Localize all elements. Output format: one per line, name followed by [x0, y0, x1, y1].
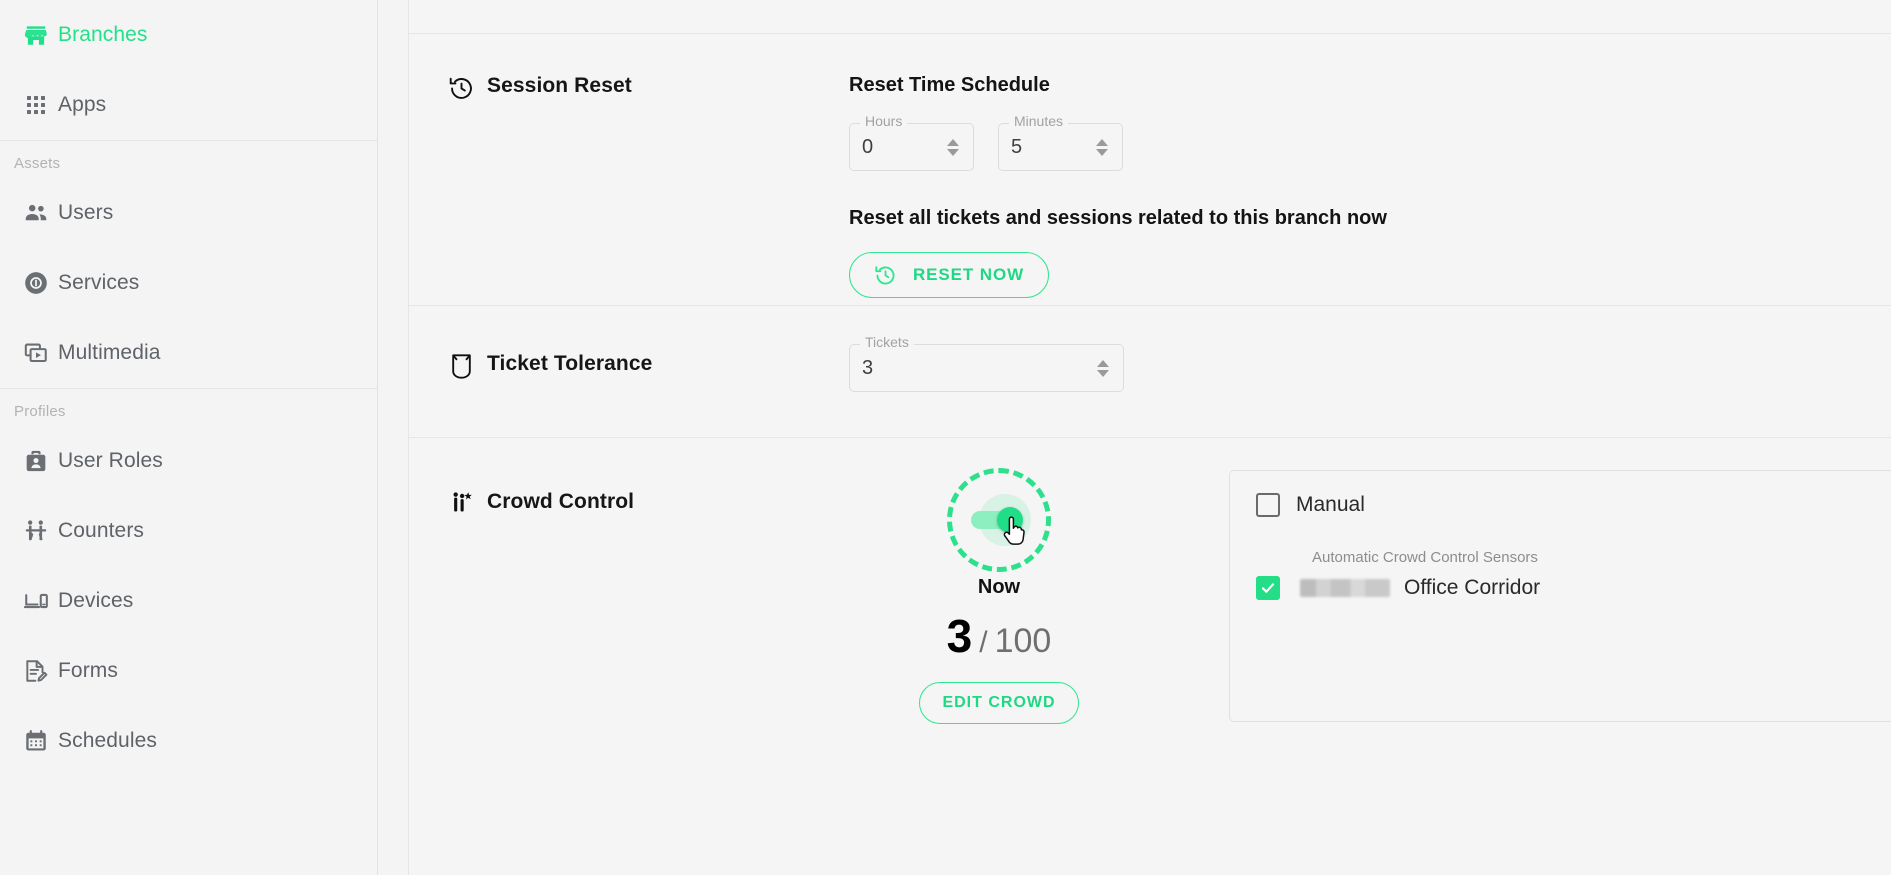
crowd-control-toggle[interactable] — [971, 494, 1031, 546]
minutes-value[interactable]: 5 — [1011, 136, 1094, 159]
clipped-previous-section — [409, 0, 1891, 34]
edit-crowd-label: EDIT CROWD — [942, 694, 1056, 711]
edit-crowd-button[interactable]: EDIT CROWD — [919, 682, 1079, 724]
sidebar-item-apps[interactable]: Apps — [0, 70, 377, 140]
now-label: Now — [977, 576, 1021, 598]
sidebar-group-label-assets: Assets — [14, 155, 61, 172]
crowd-sensors-column: Manual Automatic Crowd Control Sensors O… — [1149, 456, 1891, 875]
tickets-stepper[interactable]: Tickets 3 — [849, 334, 1124, 392]
tickets-value[interactable]: 3 — [862, 357, 1095, 380]
sensors-title: Automatic Crowd Control Sensors — [1312, 549, 1538, 566]
sidebar-item-user-roles[interactable]: User Roles — [0, 426, 377, 496]
session-reset-body: Reset Time Schedule Hours 0 Minutes 5 Re… — [849, 34, 1891, 305]
section-title: Ticket Tolerance — [487, 352, 653, 375]
store-icon — [14, 22, 58, 48]
main-content: Session Reset Reset Time Schedule Hours … — [378, 0, 1891, 875]
section-header: Crowd Control — [409, 438, 849, 875]
ticket-tolerance-body: Tickets 3 — [849, 306, 1891, 437]
users-icon — [14, 200, 58, 226]
redacted-sensor-id — [1300, 579, 1390, 597]
crowd-toggle-wrapper[interactable] — [947, 468, 1051, 572]
sidebar-item-users[interactable]: Users — [0, 178, 377, 248]
tickets-spinner[interactable] — [1095, 359, 1111, 377]
section-header: Session Reset — [409, 34, 849, 305]
devices-icon — [14, 588, 58, 614]
minutes-spinner[interactable] — [1094, 138, 1110, 156]
hours-value[interactable]: 0 — [862, 136, 945, 159]
manual-checkbox-row[interactable]: Manual — [1256, 493, 1867, 517]
crowd-count: 3 / 100 — [947, 613, 1052, 660]
sensor-name: Office Corridor — [1404, 576, 1541, 599]
counters-icon — [14, 518, 58, 544]
app-root: Branches Apps Assets Users Services Mult… — [0, 0, 1891, 875]
reset-now-description: Reset all tickets and sessions related t… — [849, 207, 1387, 229]
settings-card: Session Reset Reset Time Schedule Hours … — [408, 0, 1891, 875]
crowd-separator: / — [979, 626, 988, 659]
sidebar-item-label: Multimedia — [58, 341, 161, 364]
crowd-capacity-value: 100 — [994, 622, 1052, 660]
sidebar-item-label: Devices — [58, 589, 134, 612]
sensor-checkbox[interactable] — [1256, 576, 1280, 600]
section-ticket-tolerance: Ticket Tolerance Tickets 3 — [409, 306, 1891, 438]
manual-checkbox[interactable] — [1256, 493, 1280, 517]
sidebar-item-counters[interactable]: Counters — [0, 496, 377, 566]
sidebar-item-label: Apps — [58, 93, 107, 116]
sidebar-item-schedules[interactable]: Schedules — [0, 706, 377, 776]
reset-time-inputs: Hours 0 Minutes 5 — [849, 113, 1891, 171]
user-roles-briefcase-icon — [14, 448, 58, 474]
history-clock-icon — [874, 264, 897, 287]
sidebar-group-profiles: Profiles User Roles Counters Devices For… — [0, 388, 377, 776]
sidebar-group-assets: Assets Users Services Multimedia — [0, 140, 377, 388]
forms-icon — [14, 658, 58, 684]
sidebar-item-label: User Roles — [58, 449, 163, 472]
tickets-legend: Tickets — [860, 334, 914, 350]
sidebar-item-forms[interactable]: Forms — [0, 636, 377, 706]
list-item[interactable]: Office Corridor — [1256, 576, 1867, 600]
sidebar-item-label: Users — [58, 201, 114, 224]
section-session-reset: Session Reset Reset Time Schedule Hours … — [409, 34, 1891, 306]
section-title: Session Reset — [487, 74, 632, 97]
crowd-status-column: Now 3 / 100 EDIT CROWD — [849, 456, 1149, 875]
sidebar-item-branches[interactable]: Branches — [0, 0, 377, 70]
reset-time-schedule-heading: Reset Time Schedule — [849, 74, 1050, 96]
multimedia-icon — [14, 340, 58, 366]
sidebar-item-devices[interactable]: Devices — [0, 566, 377, 636]
manual-label: Manual — [1296, 493, 1365, 516]
reset-now-button[interactable]: RESET NOW — [849, 252, 1050, 298]
sidebar-item-label: Schedules — [58, 729, 157, 752]
sidebar-item-services[interactable]: Services — [0, 248, 377, 318]
services-badge-icon — [14, 270, 58, 296]
ticket-shield-icon — [435, 352, 487, 380]
sidebar-group-primary: Branches Apps — [0, 0, 377, 140]
minutes-stepper[interactable]: Minutes 5 — [998, 113, 1123, 171]
hours-legend: Hours — [860, 113, 908, 129]
sidebar-group-label-profiles: Profiles — [14, 403, 66, 420]
history-clock-icon — [435, 74, 487, 102]
sidebar-item-multimedia[interactable]: Multimedia — [0, 318, 377, 388]
sidebar-item-label: Counters — [58, 519, 145, 542]
calendar-icon — [14, 728, 58, 754]
sensors-panel: Manual Automatic Crowd Control Sensors O… — [1229, 470, 1891, 722]
crowd-control-body: Now 3 / 100 EDIT CROWD Manual Automatic … — [849, 438, 1891, 875]
section-crowd-control: Crowd Control Now 3 / 100 EDIT CROWD Man… — [409, 438, 1891, 875]
toggle-knob — [997, 507, 1023, 533]
section-title: Crowd Control — [487, 490, 635, 513]
sidebar: Branches Apps Assets Users Services Mult… — [0, 0, 378, 875]
crowd-people-icon — [435, 490, 487, 518]
sidebar-item-label: Forms — [58, 659, 118, 682]
minutes-legend: Minutes — [1009, 113, 1069, 129]
reset-now-label: RESET NOW — [913, 265, 1025, 284]
section-header: Ticket Tolerance — [409, 306, 849, 437]
hours-stepper[interactable]: Hours 0 — [849, 113, 974, 171]
crowd-current-value: 3 — [946, 610, 973, 662]
hours-spinner[interactable] — [945, 138, 961, 156]
apps-grid-icon — [14, 93, 58, 117]
sidebar-item-label: Services — [58, 271, 140, 294]
sidebar-item-label: Branches — [58, 23, 148, 46]
